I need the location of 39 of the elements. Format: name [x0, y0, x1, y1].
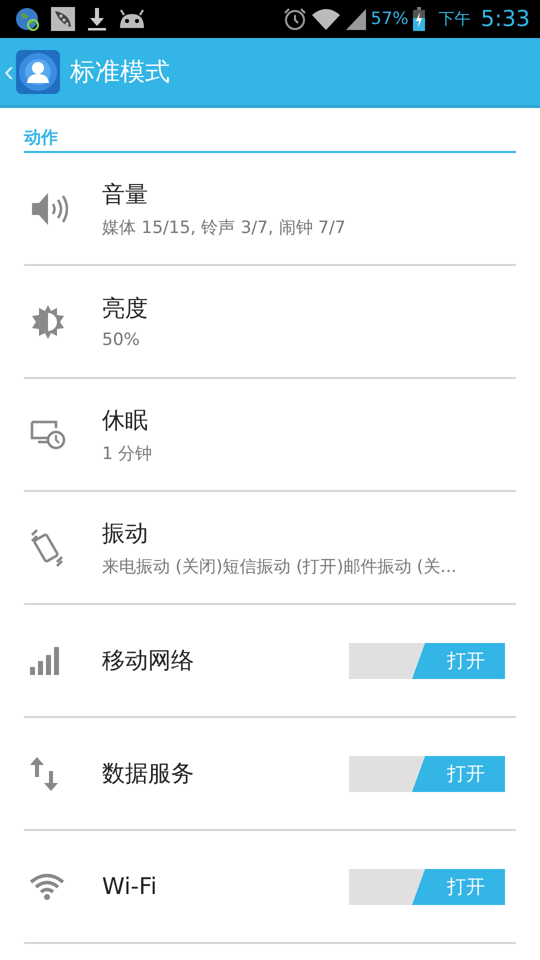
item-summary: 50% — [102, 330, 141, 350]
item-summary: 媒体 15/15, 铃声 3/7, 闹钟 7/7 — [102, 216, 347, 238]
battery-percent: 57% — [370, 9, 409, 29]
item-title: 音量 — [102, 180, 149, 210]
settings-item[interactable]: 休眠 1 分钟 — [24, 379, 516, 492]
item-title: 移动网络 — [102, 647, 195, 676]
settings-item[interactable]: 振动 来电振动 (关闭)短信振动 (打开)邮件振动 (关... — [24, 492, 516, 605]
item-title: 亮度 — [102, 295, 149, 324]
robot-icon — [118, 8, 146, 30]
settings-item[interactable]: 移动网络 打开 — [24, 605, 516, 718]
vibrating-phone-icon — [30, 528, 64, 566]
settings-item[interactable]: 亮度 50% — [24, 266, 516, 379]
item-title: 数据服务 — [102, 760, 195, 789]
signal-bars-icon — [30, 646, 60, 674]
globe-icon — [14, 6, 40, 32]
section-header: 动作 — [24, 128, 58, 148]
item-summary: 1 分钟 — [102, 442, 154, 464]
item-summary: 来电振动 (关闭)短信振动 (打开)邮件振动 (关... — [102, 556, 458, 578]
item-title: 振动 — [102, 520, 149, 548]
download-icon — [86, 6, 108, 32]
item-title: 休眠 — [102, 406, 149, 436]
cell-signal-icon — [344, 7, 367, 31]
wifi-icon — [30, 872, 64, 900]
alarm-clock-icon — [282, 7, 307, 31]
brightness-icon — [30, 304, 66, 340]
monitor-clock-icon — [30, 418, 66, 450]
settings-item[interactable]: 数据服务 打开 — [24, 718, 516, 831]
item-title: Wi-Fi — [102, 874, 158, 900]
settings-item[interactable]: Wi-Fi 打开 — [24, 831, 516, 944]
screen-title: 标准模式 — [70, 56, 170, 88]
pea-pod-icon — [50, 6, 76, 32]
speaker-icon — [30, 190, 68, 226]
battery-charging-icon — [412, 7, 425, 31]
contact-app-icon — [16, 50, 60, 94]
clock-time: 5:33 — [480, 6, 530, 32]
settings-item[interactable]: 音量 媒体 15/15, 铃声 3/7, 闹钟 7/7 — [24, 153, 516, 266]
up-down-arrows-icon — [30, 756, 58, 790]
time-period: 下午 — [438, 8, 471, 30]
wifi-signal-icon — [310, 7, 341, 31]
